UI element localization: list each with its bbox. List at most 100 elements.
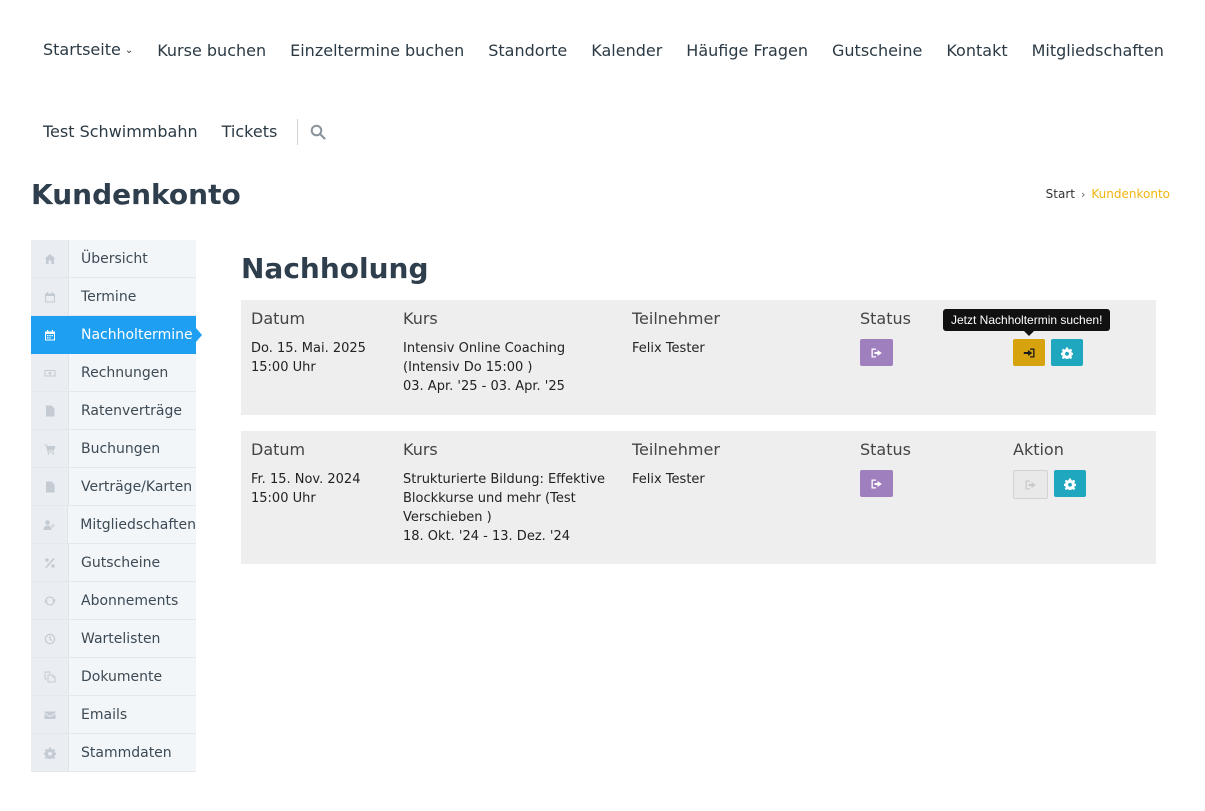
sidebar-item-abonnements[interactable]: Abonnements	[31, 582, 196, 620]
sidebar-item-label: Rechnungen	[81, 364, 169, 381]
sidebar-item-stammdaten[interactable]: Stammdaten	[31, 734, 196, 772]
refresh-icon	[31, 582, 69, 619]
status-buttons	[860, 470, 960, 497]
sidebar-item-ratenvertraege[interactable]: Ratenverträge	[31, 392, 196, 430]
settings-button[interactable]	[1051, 339, 1083, 366]
sidebar-item-rechnungen[interactable]: Rechnungen	[31, 354, 196, 392]
nav-startseite[interactable]: Startseite ⌄	[31, 38, 145, 63]
nav-einzeltermine-buchen[interactable]: Einzeltermine buchen	[278, 39, 476, 63]
breadcrumb-separator: ›	[1080, 187, 1086, 201]
sidebar-item-mitgliedschaften[interactable]: Mitgliedschaften	[31, 506, 196, 544]
breadcrumb-current: Kundenkonto	[1091, 187, 1170, 201]
gear-icon	[31, 734, 69, 771]
nav-test-schwimmbahn[interactable]: Test Schwimmbahn	[31, 120, 210, 144]
clock-icon	[31, 620, 69, 657]
user-plus-icon	[31, 506, 69, 543]
nav-haeufige-fragen[interactable]: Häufige Fragen	[674, 39, 820, 63]
home-icon	[31, 240, 69, 277]
sidebar-item-wartelisten[interactable]: Wartelisten	[31, 620, 196, 658]
kurs-header: Kurs	[403, 309, 438, 328]
percent-icon	[31, 544, 69, 581]
sidebar-item-label: Buchungen	[81, 440, 161, 457]
aktion-header: Aktion	[1013, 440, 1064, 459]
kurs-period: 18. Okt. '24 - 13. Dez. '24	[403, 529, 571, 544]
nav-mitgliedschaften[interactable]: Mitgliedschaften	[1020, 39, 1176, 63]
aktion-column: Aktion	[1013, 440, 1153, 499]
main-nav-row-1: Startseite ⌄ Kurse buchen Einzeltermine b…	[31, 38, 1176, 63]
datum-time: 15:00 Uhr	[251, 491, 316, 506]
teilnehmer-value: Felix Tester	[632, 472, 705, 487]
sidebar-item-nachholtermine[interactable]: Nachholtermine	[31, 316, 202, 354]
datum-date: Fr. 15. Nov. 2024	[251, 472, 361, 487]
section-title: Nachholung	[241, 252, 429, 285]
kurs-line: (Intensiv Do 15:00 )	[403, 360, 533, 375]
nav-standorte[interactable]: Standorte	[476, 39, 579, 63]
sign-out-icon	[1025, 480, 1036, 489]
disabled-action-button[interactable]	[1013, 470, 1048, 499]
tooltip: Jetzt Nachholtermin suchen!	[943, 309, 1111, 336]
sidebar-item-label: Nachholtermine	[81, 326, 193, 343]
kurs-column: Kurs Strukturierte Bildung: Effektive Bl…	[403, 440, 618, 546]
status-button[interactable]	[860, 339, 893, 366]
datum-date: Do. 15. Mai. 2025	[251, 341, 366, 356]
breadcrumb: Start › Kundenkonto	[1046, 187, 1170, 201]
main-nav-row-2: Test Schwimmbahn Tickets	[31, 119, 326, 145]
gear-icon	[1061, 347, 1073, 359]
nav-kontakt[interactable]: Kontakt	[934, 39, 1019, 63]
teilnehmer-column: Teilnehmer Felix Tester	[632, 309, 832, 358]
calendar-icon	[31, 278, 69, 315]
find-makeup-appointment-button[interactable]	[1013, 339, 1045, 366]
kurs-line: Verschieben )	[403, 510, 492, 525]
teilnehmer-column: Teilnehmer Felix Tester	[632, 440, 832, 489]
chevron-down-icon: ⌄	[124, 45, 134, 56]
page-title: Kundenkonto	[31, 178, 241, 211]
nav-gutscheine[interactable]: Gutscheine	[820, 39, 934, 63]
action-buttons	[1013, 470, 1153, 499]
teilnehmer-value: Felix Tester	[632, 341, 705, 356]
sidebar-item-label: Abonnements	[81, 592, 179, 609]
sidebar-item-dokumente[interactable]: Dokumente	[31, 658, 196, 696]
account-sidebar: Übersicht Termine Nachholtermine Rechnun…	[31, 240, 202, 772]
kurs-line: Strukturierte Bildung: Effektive	[403, 472, 606, 487]
sign-in-icon	[1023, 348, 1035, 357]
envelope-icon	[31, 696, 69, 733]
datum-header: Datum	[251, 309, 306, 328]
settings-button[interactable]	[1054, 470, 1086, 497]
kurs-period: 03. Apr. '25 - 03. Apr. '25	[403, 379, 565, 394]
nav-tickets[interactable]: Tickets	[210, 120, 290, 144]
sidebar-item-uebersicht[interactable]: Übersicht	[31, 240, 196, 278]
datum-column: Datum Fr. 15. Nov. 2024 15:00 Uhr	[251, 440, 391, 508]
action-buttons	[1013, 339, 1153, 366]
kurs-line: Blockkurse und mehr (Test	[403, 491, 576, 506]
nav-kurse-buchen[interactable]: Kurse buchen	[145, 39, 278, 63]
kurs-value: Strukturierte Bildung: Effektive Blockku…	[403, 470, 618, 546]
sidebar-item-buchungen[interactable]: Buchungen	[31, 430, 196, 468]
datum-header: Datum	[251, 440, 306, 459]
sidebar-item-gutscheine[interactable]: Gutscheine	[31, 544, 196, 582]
datum-value: Fr. 15. Nov. 2024 15:00 Uhr	[251, 470, 391, 508]
cart-icon	[31, 430, 69, 467]
sidebar-item-label: Verträge/Karten	[81, 478, 193, 495]
status-button[interactable]	[860, 470, 893, 497]
nav-kalender[interactable]: Kalender	[579, 39, 674, 63]
makeup-appointment-card: Datum Fr. 15. Nov. 2024 15:00 Uhr Kurs S…	[241, 431, 1156, 564]
status-buttons	[860, 339, 960, 366]
gear-icon	[1064, 478, 1076, 490]
copy-icon	[31, 658, 69, 695]
sidebar-item-label: Gutscheine	[81, 554, 161, 571]
sidebar-item-label: Termine	[81, 288, 137, 305]
kurs-value: Intensiv Online Coaching (Intensiv Do 15…	[403, 339, 618, 396]
file-icon	[31, 392, 69, 429]
kurs-column: Kurs Intensiv Online Coaching (Intensiv …	[403, 309, 618, 396]
sidebar-item-label: Mitgliedschaften	[80, 516, 196, 533]
sidebar-item-emails[interactable]: Emails	[31, 696, 196, 734]
sidebar-item-vertraege-karten[interactable]: Verträge/Karten	[31, 468, 196, 506]
kurs-line: Intensiv Online Coaching	[403, 341, 566, 356]
nav-startseite-label: Startseite	[43, 40, 121, 59]
sign-out-icon	[871, 479, 882, 488]
sidebar-item-termine[interactable]: Termine	[31, 278, 196, 316]
breadcrumb-start-link[interactable]: Start	[1046, 187, 1075, 201]
teilnehmer-header: Teilnehmer	[632, 309, 720, 328]
sidebar-item-label: Dokumente	[81, 668, 163, 685]
search-icon[interactable]	[310, 124, 326, 140]
